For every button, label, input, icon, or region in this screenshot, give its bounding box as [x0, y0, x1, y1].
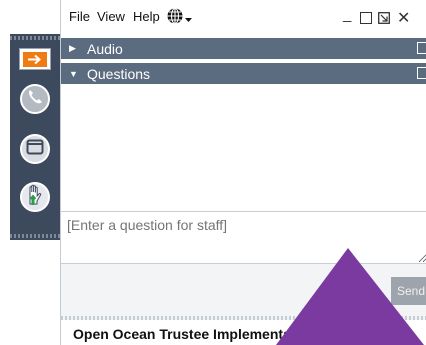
menu-bar: File View Help _ ✕ — [61, 0, 426, 37]
chevron-down-icon — [184, 10, 193, 28]
audio-section-label: Audio — [87, 40, 123, 57]
collapse-arrow-icon: ▼ — [69, 68, 78, 79]
pointer-arrow-overlay — [276, 248, 424, 345]
language-menu[interactable] — [166, 7, 193, 30]
popout-icon[interactable] — [417, 42, 426, 54]
menu-help[interactable]: Help — [133, 9, 160, 24]
minimize-icon[interactable]: _ — [343, 6, 351, 23]
collapse-panel-button[interactable] — [19, 48, 51, 70]
side-toolbar — [10, 34, 60, 240]
questions-section-label: Questions — [87, 65, 151, 82]
restore-icon[interactable] — [378, 12, 390, 24]
close-icon[interactable]: ✕ — [397, 8, 410, 28]
maximize-icon[interactable] — [360, 12, 372, 24]
raise-hand-button[interactable] — [20, 182, 50, 212]
window-icon — [26, 139, 44, 160]
phone-icon — [26, 88, 44, 111]
menu-file[interactable]: File — [69, 9, 90, 24]
gotowebinar-control-panel: File View Help _ ✕ ▶ Audio ▼ Questions [… — [0, 0, 426, 345]
hand-icon — [25, 184, 45, 211]
audio-button[interactable] — [20, 84, 50, 114]
questions-log — [61, 84, 426, 212]
expand-arrow-icon: ▶ — [69, 43, 76, 53]
audio-section-header[interactable]: ▶ Audio — [61, 38, 426, 59]
globe-icon — [166, 7, 184, 30]
popout-icon[interactable] — [417, 67, 426, 79]
questions-section-header[interactable]: ▼ Questions — [61, 63, 426, 84]
screen-button[interactable] — [20, 134, 50, 164]
arrow-right-icon — [23, 51, 47, 67]
menu-view[interactable]: View — [97, 9, 125, 24]
